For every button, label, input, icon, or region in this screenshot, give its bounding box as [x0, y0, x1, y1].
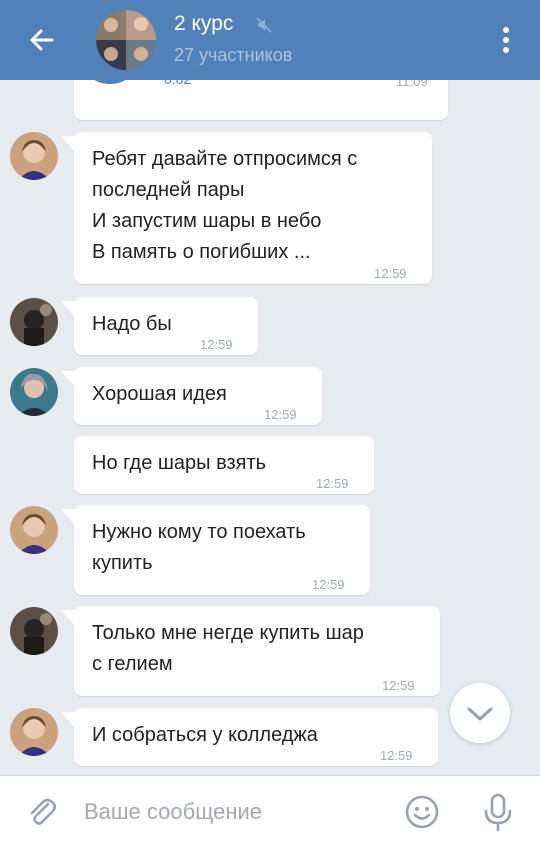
more-vertical-icon[interactable]	[496, 24, 516, 56]
message-text: Ребят давайте отпросимся с последней пар…	[92, 148, 358, 263]
message-time: 11:09	[396, 80, 428, 89]
avatar[interactable]	[10, 132, 58, 180]
microphone-icon[interactable]	[480, 792, 516, 832]
message-list[interactable]: 0:02 11:09 Ребят давайте отпросимся с по…	[0, 80, 540, 775]
message-bubble[interactable]: Ребят давайте отпросимся с последней пар…	[61, 132, 432, 284]
avatar[interactable]	[10, 607, 58, 655]
message-text: Только мне негде купить шар с гелием	[92, 622, 364, 675]
message-time: 12:59	[380, 748, 413, 763]
avatar[interactable]	[10, 368, 58, 416]
message-bubble[interactable]: Но где шары взять 12:59	[74, 436, 374, 494]
message-time: 12:59	[200, 337, 233, 352]
group-avatar[interactable]	[96, 10, 156, 70]
avatar[interactable]	[10, 298, 58, 346]
chevron-down-icon	[467, 707, 493, 721]
play-icon[interactable]	[78, 80, 142, 84]
message-text: Хорошая идея	[92, 383, 227, 405]
chat-header: 2 курс 27 участников	[0, 0, 540, 80]
paperclip-icon[interactable]	[24, 794, 60, 830]
message-text: Но где шары взять	[92, 452, 267, 474]
message-bubble[interactable]: И собраться у колледжа 12:59	[61, 708, 438, 766]
message-text: И собраться у колледжа	[92, 724, 318, 746]
scroll-down-button[interactable]	[450, 683, 510, 743]
message-text: Нужно кому то поехать купить	[92, 521, 306, 574]
message-time: 12:59	[382, 678, 415, 693]
message-bubble[interactable]: Только мне негде купить шар с гелием 12:…	[61, 606, 440, 696]
message-input[interactable]	[84, 792, 384, 832]
avatar[interactable]	[10, 708, 58, 756]
audio-duration: 0:02	[164, 80, 191, 95]
avatar[interactable]	[10, 506, 58, 554]
message-time: 12:59	[312, 577, 345, 592]
participants-count: 27 участников	[174, 45, 293, 65]
back-arrow-icon[interactable]	[22, 20, 62, 60]
message-text: Надо бы	[92, 313, 172, 335]
message-bubble[interactable]: Надо бы 12:59	[61, 297, 258, 355]
composer-bar	[0, 775, 540, 847]
chat-title[interactable]: 2 курс	[174, 12, 233, 36]
message-time: 12:59	[264, 407, 297, 422]
audio-message[interactable]: 0:02 11:09	[74, 80, 448, 120]
message-time: 12:59	[316, 476, 349, 491]
message-bubble[interactable]: Нужно кому то поехать купить 12:59	[61, 505, 370, 595]
message-time: 12:59	[374, 266, 407, 281]
mute-icon	[255, 16, 273, 34]
emoji-icon[interactable]	[404, 794, 440, 830]
message-bubble[interactable]: Хорошая идея 12:59	[61, 367, 322, 425]
